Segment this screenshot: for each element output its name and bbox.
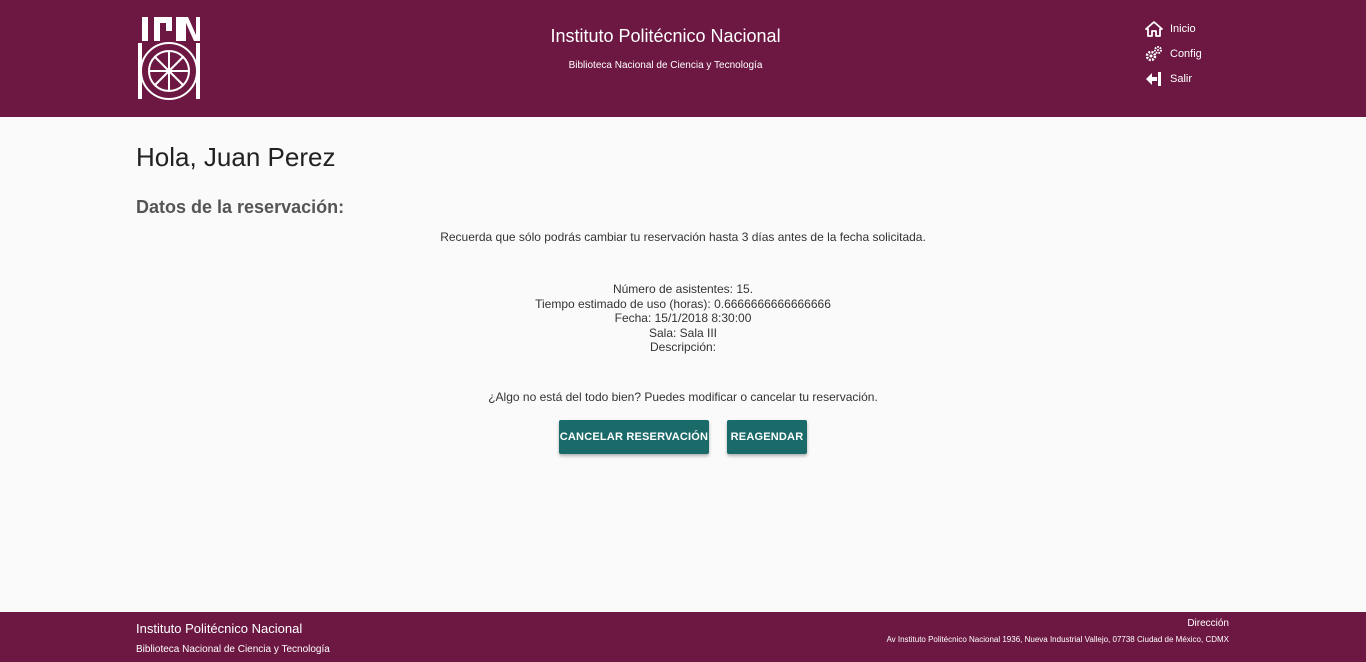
home-icon (1145, 20, 1165, 38)
section-title: Datos de la reservación: (136, 197, 345, 217)
nav-item-config[interactable]: Config (1145, 41, 1255, 66)
change-notice: Recuerda que sólo podrás cambiar tu rese… (440, 230, 926, 244)
footer-address-label: Dirección (1187, 618, 1229, 629)
room-text: Sala: Sala III (648, 325, 718, 340)
gears-icon (1145, 45, 1165, 63)
cancel-reservation-button[interactable]: CANCELAR RESERVACIÓN (559, 420, 709, 454)
footer-subtitle: Biblioteca Nacional de Ciencia y Tecnolo… (136, 644, 330, 655)
date-text: Fecha: 15/1/2018 8:30:00 (614, 311, 752, 325)
header-subtitle: Biblioteca Nacional de Ciencia y Tecnolo… (568, 60, 763, 71)
modify-question: ¿Algo no está del todo bien? Puedes modi… (488, 390, 878, 404)
reservation-details: Número de asistentes: 15. Tiempo estimad… (0, 282, 1366, 355)
nav-item-label: Inicio (1170, 22, 1196, 35)
footer-address: Av Instituto Politécnico Nacional 1936, … (886, 635, 1229, 644)
description-text: Descripción: (649, 340, 717, 354)
attendees-text: Número de asistentes: 15. (612, 282, 754, 296)
header: Instituto Politécnico Nacional Bibliotec… (0, 0, 1366, 117)
header-title: Instituto Politécnico Nacional (550, 26, 781, 46)
estimated-time-text: Tiempo estimado de uso (horas): 0.666666… (535, 296, 831, 311)
reschedule-button[interactable]: REAGENDAR (727, 420, 807, 454)
nav-item-label: Config (1170, 47, 1202, 60)
footer: Instituto Politécnico Nacional Bibliotec… (0, 612, 1366, 662)
nav-item-inicio[interactable]: Inicio (1145, 16, 1255, 41)
nav-item-salir[interactable]: Salir (1145, 66, 1255, 91)
greeting-heading: Hola, Juan Perez (136, 142, 336, 172)
footer-title: Instituto Politécnico Nacional (136, 621, 303, 636)
nav-item-label: Salir (1170, 72, 1193, 85)
sign-out-icon (1145, 70, 1165, 88)
top-nav: Inicio Config Salir (1145, 16, 1255, 91)
